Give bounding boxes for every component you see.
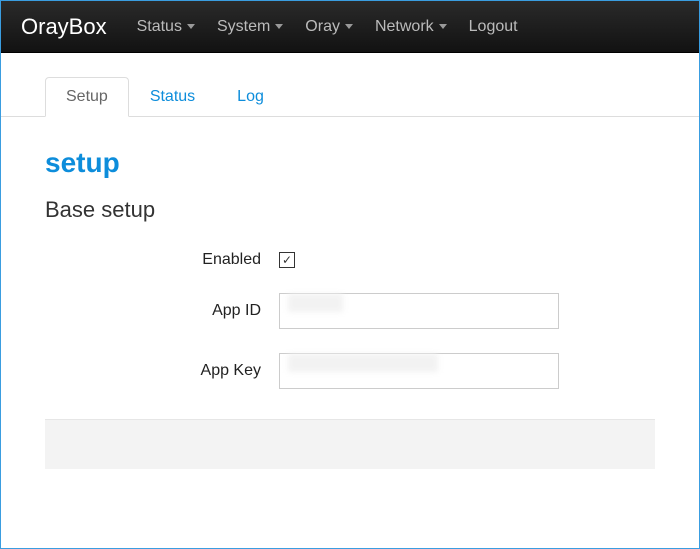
appkey-input[interactable]: xxxxxxxxxxxxxxx [279,353,559,389]
row-appid: App ID xxxxx [1,293,699,329]
appid-label: App ID [1,302,279,320]
appid-input[interactable]: xxxxx [279,293,559,329]
content: Setup Status Log setup Base setup Enable… [1,77,699,469]
row-appkey: App Key xxxxxxxxxxxxxxx [1,353,699,389]
nav-system[interactable]: System [217,18,283,36]
enabled-label: Enabled [1,251,279,269]
nav-logout-label: Logout [469,18,518,36]
nav-system-label: System [217,18,270,36]
nav-network[interactable]: Network [375,18,447,36]
page-title: setup [45,147,699,179]
nav-oray-label: Oray [305,18,340,36]
nav-oray[interactable]: Oray [305,18,353,36]
appid-redacted: xxxxx [288,294,343,312]
tab-status[interactable]: Status [129,77,216,117]
tab-setup[interactable]: Setup [45,77,129,117]
tabs: Setup Status Log [1,77,699,117]
brand: OrayBox [21,14,107,40]
tab-log[interactable]: Log [216,77,285,117]
nav-status[interactable]: Status [137,18,195,36]
footer-band [45,419,655,469]
appkey-redacted: xxxxxxxxxxxxxxx [288,354,438,372]
nav-logout[interactable]: Logout [469,18,518,36]
chevron-down-icon [187,24,195,29]
enabled-checkbox-wrap: ✓ [279,252,295,268]
enabled-checkbox[interactable]: ✓ [279,252,295,268]
check-icon: ✓ [282,254,292,266]
chevron-down-icon [439,24,447,29]
nav-status-label: Status [137,18,182,36]
appkey-label: App Key [1,362,279,380]
navbar: OrayBox Status System Oray Network Logou… [1,1,699,53]
chevron-down-icon [345,24,353,29]
nav-network-label: Network [375,18,434,36]
section-title: Base setup [45,197,699,223]
chevron-down-icon [275,24,283,29]
row-enabled: Enabled ✓ [1,251,699,269]
